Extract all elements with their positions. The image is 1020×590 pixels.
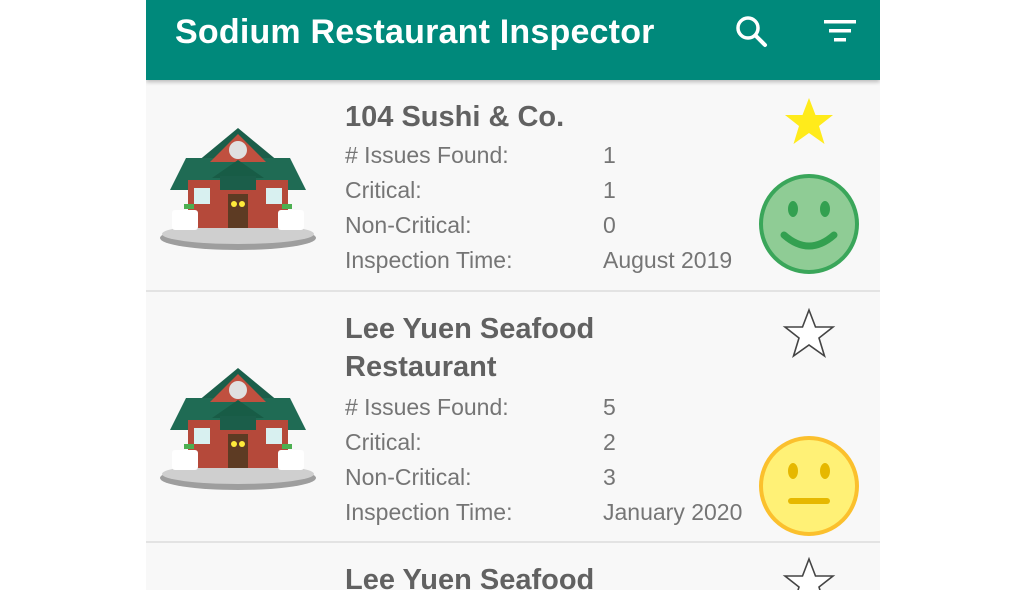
non-critical-value: 3	[603, 464, 616, 490]
inspection-time-value: August 2019	[603, 247, 733, 273]
app-screen: Sodium Restaurant Inspector 104 Sushi & …	[146, 0, 880, 590]
app-bar: Sodium Restaurant Inspector	[146, 0, 880, 80]
inspection-time-row: Inspection Time: August 2019	[345, 243, 765, 278]
non-critical-label: Non-Critical:	[345, 212, 472, 238]
restaurant-name: Lee Yuen Seafood	[345, 564, 595, 590]
star-outline-icon[interactable]	[780, 306, 838, 364]
inspection-time-row: Inspection Time: January 2020	[345, 495, 765, 530]
filter-button[interactable]	[818, 10, 862, 54]
app-title: Sodium Restaurant Inspector	[175, 13, 655, 51]
critical-row: Critical: 1	[345, 173, 765, 208]
issues-row: # Issues Found: 1	[345, 138, 765, 173]
restaurant-list[interactable]: 104 Sushi & Co. # Issues Found: 1 Critic…	[146, 80, 880, 590]
filter-icon	[824, 20, 856, 42]
issues-value: 5	[603, 394, 616, 420]
restaurant-card[interactable]: Lee Yuen Seafood	[146, 543, 880, 590]
critical-label: Critical:	[345, 177, 422, 203]
critical-value: 2	[603, 429, 616, 455]
search-icon	[736, 16, 767, 47]
issues-value: 1	[603, 142, 616, 168]
inspection-time-label: Inspection Time:	[345, 499, 513, 525]
restaurant-icon	[160, 368, 316, 490]
restaurant-name: Lee Yuen Seafood Restaurant	[345, 313, 595, 383]
smiley-green-icon	[759, 174, 859, 274]
critical-value: 1	[603, 177, 616, 203]
star-filled-icon[interactable]	[780, 94, 838, 152]
non-critical-row: Non-Critical: 0	[345, 208, 765, 243]
restaurant-icon	[160, 128, 316, 250]
non-critical-value: 0	[603, 212, 616, 238]
restaurant-name: 104 Sushi & Co.	[345, 101, 565, 133]
issues-label: # Issues Found:	[345, 394, 509, 420]
restaurant-card[interactable]: Lee Yuen Seafood Restaurant # Issues Fou…	[146, 292, 880, 543]
neutral-yellow-icon	[759, 436, 859, 536]
non-critical-label: Non-Critical:	[345, 464, 472, 490]
critical-row: Critical: 2	[345, 425, 765, 460]
search-button[interactable]	[730, 10, 774, 54]
star-outline-icon[interactable]	[780, 555, 838, 590]
inspection-time-label: Inspection Time:	[345, 247, 513, 273]
restaurant-card[interactable]: 104 Sushi & Co. # Issues Found: 1 Critic…	[146, 80, 880, 292]
inspection-time-value: January 2020	[603, 499, 743, 525]
non-critical-row: Non-Critical: 3	[345, 460, 765, 495]
issues-row: # Issues Found: 5	[345, 390, 765, 425]
issues-label: # Issues Found:	[345, 142, 509, 168]
critical-label: Critical:	[345, 429, 422, 455]
